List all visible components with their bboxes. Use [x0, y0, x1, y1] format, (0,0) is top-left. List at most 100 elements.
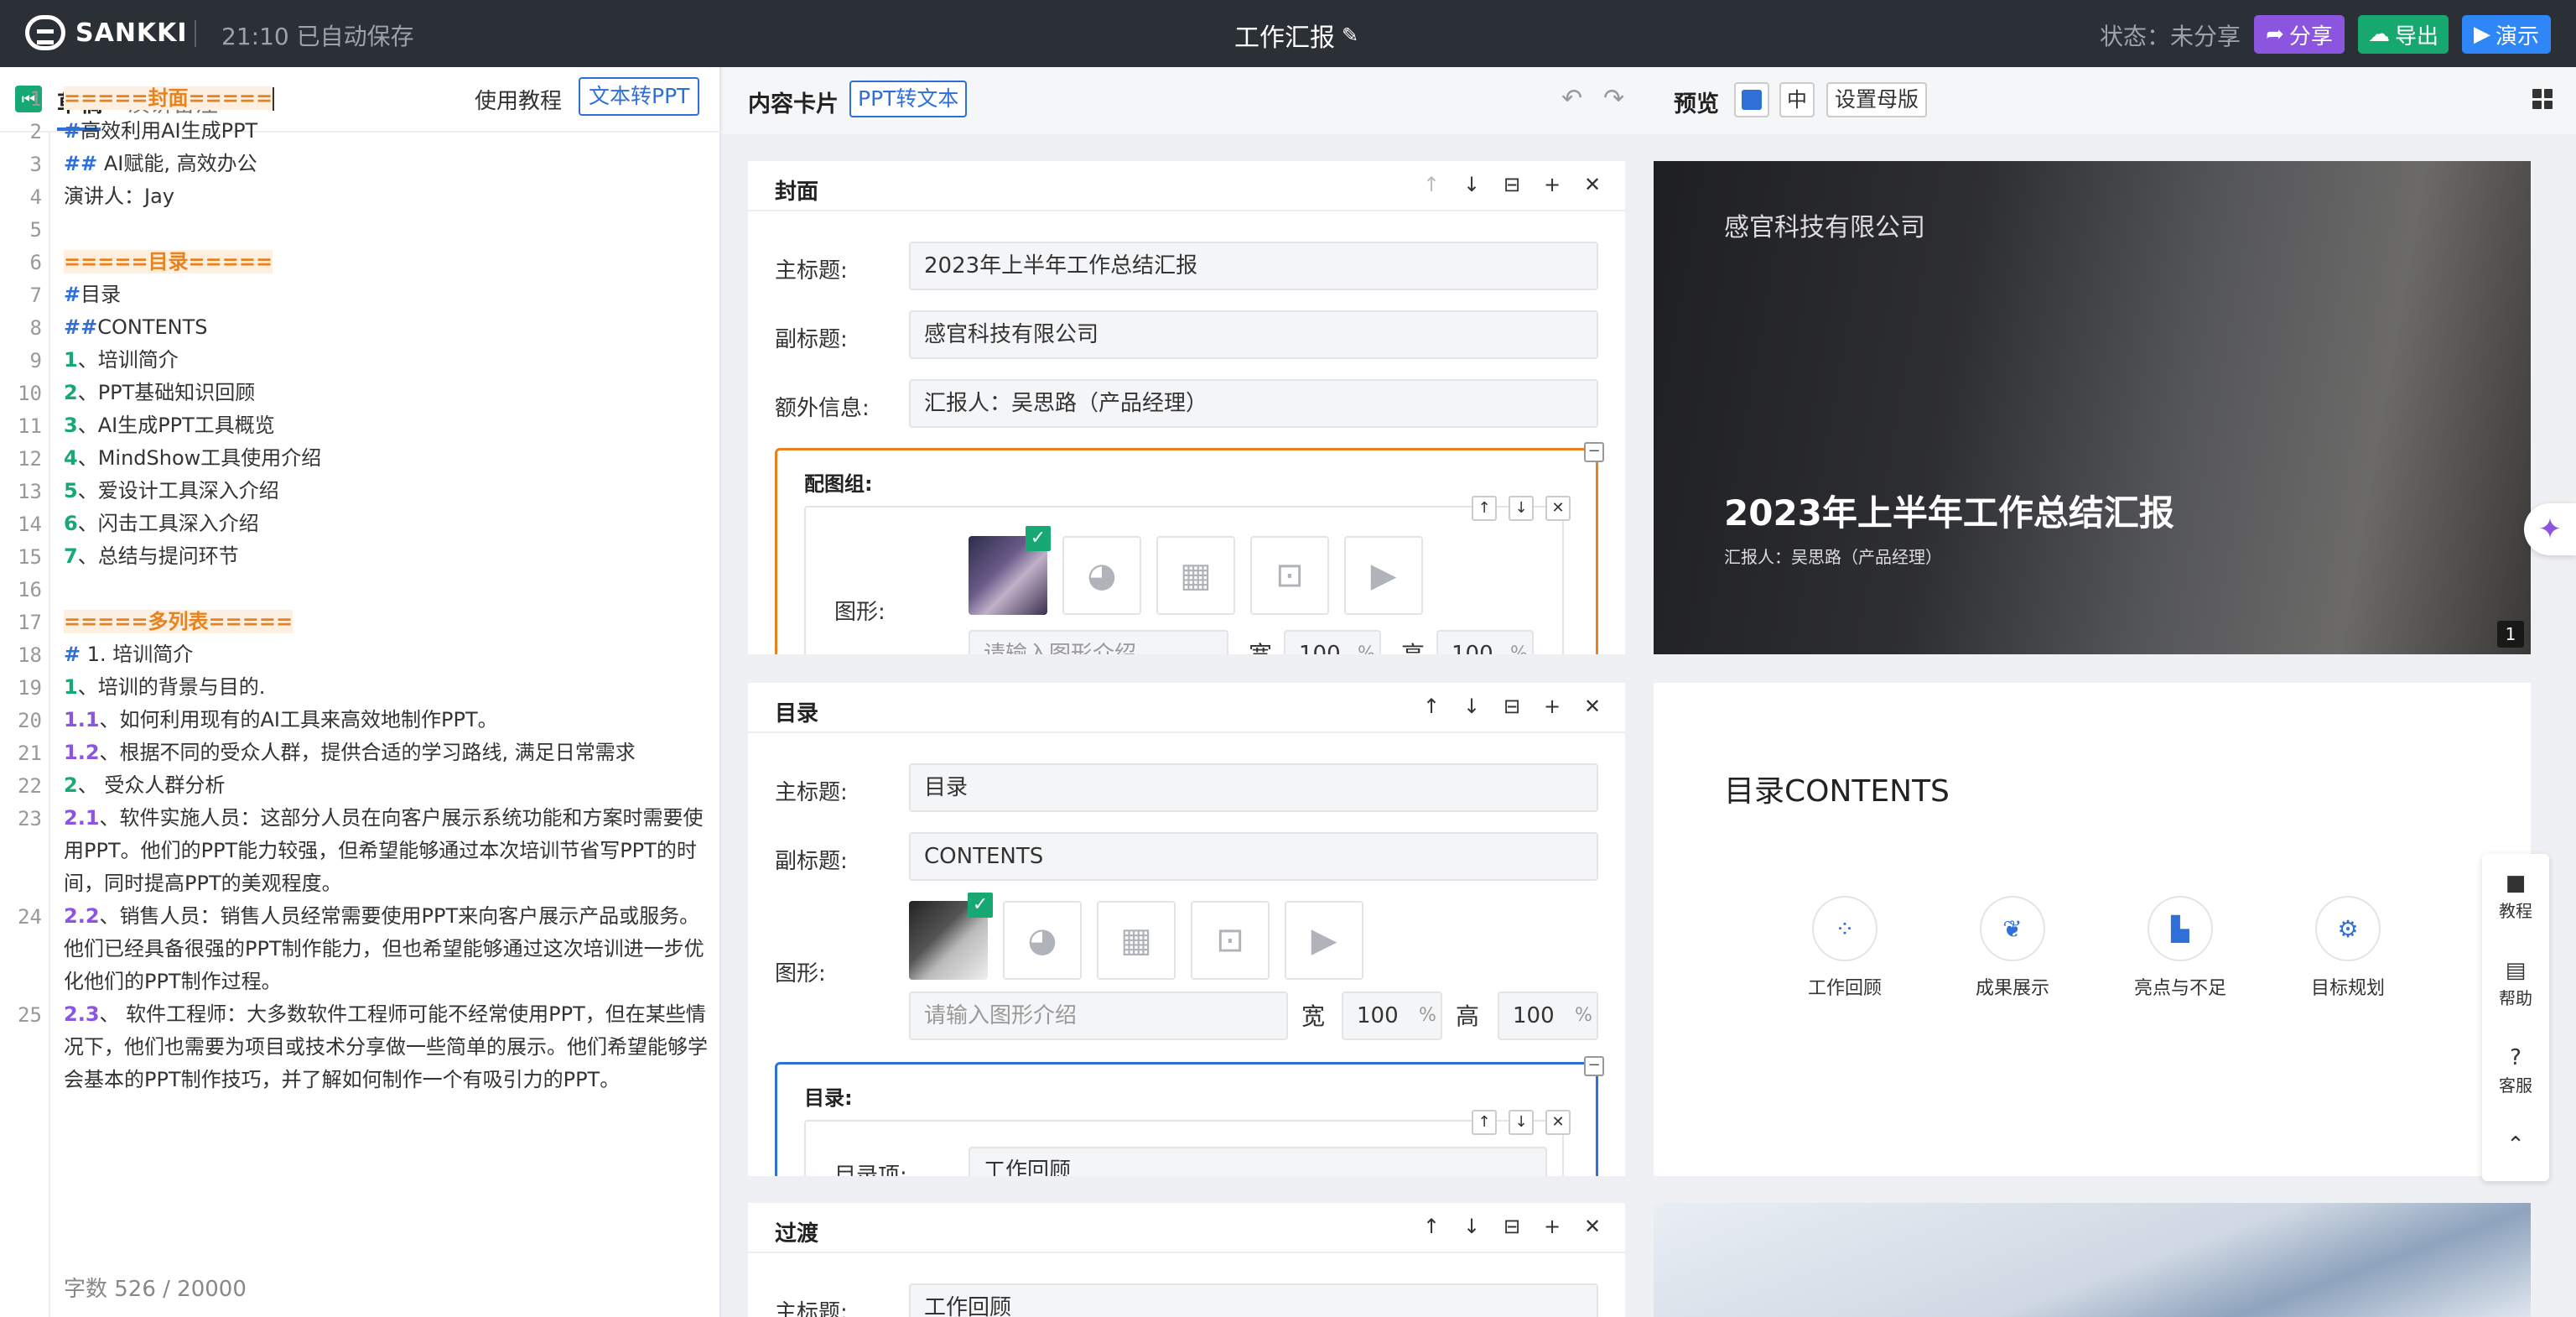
collapse-group-icon[interactable]: −: [1584, 442, 1604, 462]
editor-text-segment: 7: [64, 544, 78, 568]
code-terminal-icon[interactable]: ⊡: [1250, 536, 1329, 615]
graphic-description-input[interactable]: 请输入图形介绍: [969, 630, 1228, 654]
line-number: 13: [18, 480, 42, 503]
editor-line[interactable]: 1、培训的背景与目的.: [64, 671, 709, 704]
collapse-card-icon[interactable]: ⊟: [1499, 695, 1524, 718]
editor-text-segment: 1.2: [64, 741, 100, 764]
add-card-icon[interactable]: +: [1540, 695, 1565, 718]
subtitle-input[interactable]: CONTENTS: [909, 832, 1598, 881]
slide-preview-cover[interactable]: 感官科技有限公司 2023年上半年工作总结汇报 汇报人：吴思路（产品经理） 1: [1654, 161, 2531, 654]
editor-line[interactable]: 2、 受众人群分析: [64, 769, 709, 802]
collapse-card-icon[interactable]: ⊟: [1499, 173, 1524, 196]
editor-text-segment: 、如何利用现有的AI工具来高效地制作PPT。: [99, 708, 498, 731]
editor-line[interactable]: 6、闪击工具深入介绍: [64, 508, 709, 540]
editor-line[interactable]: 演讲人：Jay: [64, 180, 709, 213]
toc-item-input[interactable]: 工作回顾: [969, 1147, 1547, 1176]
table-icon[interactable]: ▦: [1097, 901, 1176, 980]
theme-color-button[interactable]: [1734, 82, 1769, 117]
extra-info-input[interactable]: 汇报人：吴思路（产品经理）: [909, 379, 1598, 428]
ai-sparkle-icon[interactable]: ✦: [2524, 503, 2576, 555]
add-card-icon[interactable]: +: [1540, 1215, 1565, 1238]
editor-line[interactable]: 4、MindShow工具使用介绍: [64, 442, 709, 475]
main-title-input[interactable]: 工作回顾: [909, 1283, 1598, 1317]
editor-line[interactable]: 1、培训简介: [64, 344, 709, 377]
pie-chart-icon[interactable]: ◕: [1003, 901, 1082, 980]
editor-line[interactable]: #目录: [64, 278, 709, 311]
editor-line[interactable]: 2.2、销售人员：销售人员经常需要使用PPT来向客户展示产品或服务。他们已经具备…: [64, 900, 709, 998]
add-card-icon[interactable]: +: [1540, 173, 1565, 196]
video-icon[interactable]: ▶: [1344, 536, 1423, 615]
ppt-to-text-button[interactable]: PPT转文本: [849, 81, 968, 117]
editor-line[interactable]: 3、AI生成PPT工具概览: [64, 409, 709, 442]
collapse-group-icon[interactable]: −: [1584, 1056, 1604, 1076]
editor-line[interactable]: 2.3、 软件工程师：大多数软件工程师可能不经常使用PPT，但在某些情况下，他们…: [64, 998, 709, 1096]
subtitle-input[interactable]: 感官科技有限公司: [909, 310, 1598, 359]
item-remove-icon[interactable]: ✕: [1545, 1110, 1571, 1135]
export-button[interactable]: ☁ 导出: [2358, 15, 2449, 54]
slide-preview-transition[interactable]: [1654, 1203, 2531, 1317]
editor-text-segment: 、根据不同的受众人群，提供合适的学习路线, 满足日常需求: [99, 741, 636, 764]
editor-line[interactable]: =====封面=====: [64, 82, 709, 115]
redo-icon[interactable]: ↷: [1603, 84, 1624, 113]
editor-line[interactable]: 1.1、如何利用现有的AI工具来高效地制作PPT。: [64, 704, 709, 737]
toc-entry-label: 成果展示: [1975, 978, 2049, 999]
close-icon[interactable]: ✕: [1580, 173, 1605, 196]
line-number: 21: [18, 742, 42, 765]
code-terminal-icon[interactable]: ⊡: [1191, 901, 1270, 980]
slide-preview-toc[interactable]: 目录CONTENTS ⁘ 工作回顾 ❦ 成果展示 ▙ 亮点与不足 ⚙ 目标规划: [1654, 683, 2531, 1176]
editor-text-segment: 2: [64, 773, 78, 797]
move-up-icon[interactable]: ↑: [1419, 173, 1444, 196]
move-down-icon[interactable]: ↓: [1459, 173, 1484, 196]
undo-icon[interactable]: ↶: [1561, 84, 1582, 113]
logo[interactable]: SANKKI: [25, 15, 188, 50]
help-tool[interactable]: ▤ 帮助: [2482, 958, 2549, 1009]
editor-line[interactable]: 2.1、软件实施人员：这部分人员在向客户展示系统功能和方案时需要使用PPT。他们…: [64, 802, 709, 900]
export-button-label: 导出: [2394, 23, 2438, 49]
move-up-icon[interactable]: ↑: [1419, 695, 1444, 718]
editor-line[interactable]: # 1. 培训简介: [64, 638, 709, 671]
main-title-input[interactable]: 2023年上半年工作总结汇报: [909, 242, 1598, 290]
slide-company: 感官科技有限公司: [1724, 213, 1925, 242]
graphic-description-input[interactable]: 请输入图形介绍: [909, 992, 1288, 1040]
close-icon[interactable]: ✕: [1580, 1215, 1605, 1238]
table-icon[interactable]: ▦: [1156, 536, 1235, 615]
move-up-icon[interactable]: ↑: [1419, 1215, 1444, 1238]
line-number: 7: [29, 284, 42, 307]
tutorial-tool[interactable]: ■ 教程: [2482, 871, 2549, 922]
main-title-input[interactable]: 目录: [909, 763, 1598, 812]
editor-text-segment: ##: [64, 315, 98, 339]
card-title: 过渡: [775, 1221, 819, 1247]
item-down-icon[interactable]: ↓: [1509, 496, 1534, 521]
editor-line[interactable]: =====目录=====: [64, 246, 709, 278]
pie-chart-icon[interactable]: ◕: [1062, 536, 1141, 615]
editor-line[interactable]: ##CONTENTS: [64, 311, 709, 344]
editor-line[interactable]: ## AI赋能, 高效办公: [64, 148, 709, 180]
item-up-icon[interactable]: ↑: [1472, 496, 1497, 521]
editor-line[interactable]: 7、总结与提问环节: [64, 540, 709, 573]
item-down-icon[interactable]: ↓: [1509, 1110, 1534, 1135]
editor-line[interactable]: =====多列表=====: [64, 606, 709, 638]
close-icon[interactable]: ✕: [1580, 695, 1605, 718]
editor-line[interactable]: 2、PPT基础知识回顾: [64, 377, 709, 409]
item-up-icon[interactable]: ↑: [1472, 1110, 1497, 1135]
move-down-icon[interactable]: ↓: [1459, 695, 1484, 718]
editor-line[interactable]: 5、爱设计工具深入介绍: [64, 475, 709, 508]
scroll-top-button[interactable]: ⌃: [2482, 1132, 2549, 1158]
editor-line[interactable]: 1.2、根据不同的受众人群，提供合适的学习路线, 满足日常需求: [64, 737, 709, 769]
item-remove-icon[interactable]: ✕: [1545, 496, 1571, 521]
pencil-icon[interactable]: ✎: [1342, 23, 1358, 47]
share-button[interactable]: ➦ 分享: [2254, 15, 2345, 54]
service-tool[interactable]: ? 客服: [2482, 1045, 2549, 1096]
height-label: 高: [1456, 1002, 1480, 1030]
editor-line[interactable]: #高效利用AI生成PPT: [64, 115, 709, 148]
move-down-icon[interactable]: ↓: [1459, 1215, 1484, 1238]
collapse-card-icon[interactable]: ⊟: [1499, 1215, 1524, 1238]
video-icon[interactable]: ▶: [1285, 901, 1363, 980]
slide-title: 2023年上半年工作总结汇报: [1724, 492, 2174, 534]
set-master-button[interactable]: 设置母版: [1826, 82, 1928, 117]
language-button[interactable]: 中: [1779, 82, 1815, 117]
document-title[interactable]: 工作汇报 ✎: [1234, 17, 1358, 54]
grid-view-icon[interactable]: [2532, 89, 2553, 109]
toc-entry: ⁘ 工作回顾: [1794, 896, 1895, 1000]
present-button[interactable]: ▶ 演示: [2462, 15, 2551, 54]
